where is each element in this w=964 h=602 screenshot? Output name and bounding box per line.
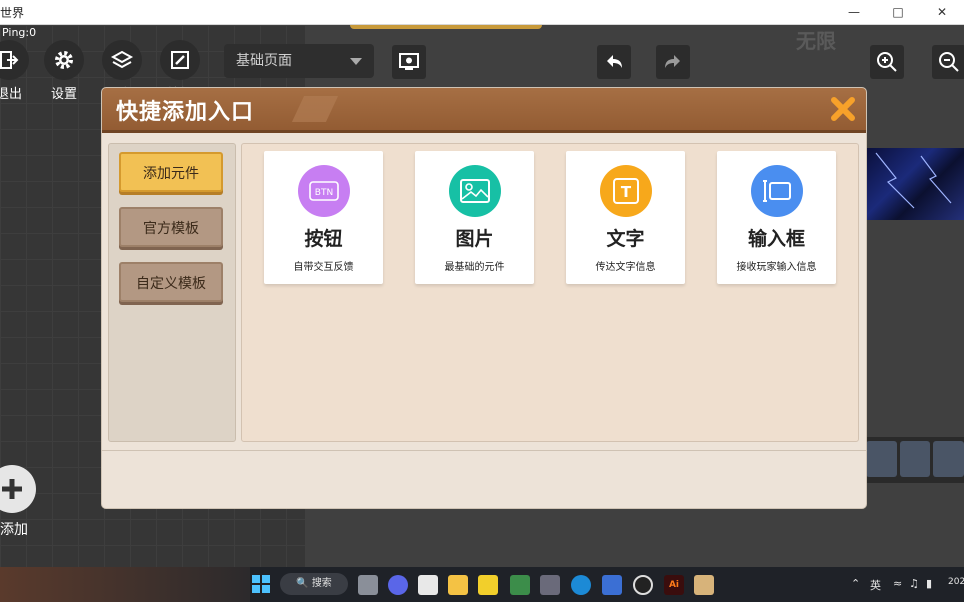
record-icon[interactable] xyxy=(633,575,653,595)
dialog-footer-divider xyxy=(102,450,866,451)
sidebar-item-official-templates[interactable]: 官方模板 xyxy=(119,207,223,247)
text-icon-glyph: T xyxy=(620,183,631,201)
dialog-header: 快捷添加入口 xyxy=(102,88,866,133)
windows-icon xyxy=(252,575,270,593)
clock[interactable]: 202 xyxy=(948,577,964,587)
close-icon xyxy=(831,97,855,121)
category-sidebar: 添加元件 官方模板 自定义模板 xyxy=(108,143,236,442)
component-card-input[interactable]: 输入框 接收玩家输入信息 xyxy=(717,151,836,284)
component-name: 图片 xyxy=(455,228,494,250)
window-titlebar: 世界 — □ ✕ xyxy=(0,0,964,25)
calculator-icon[interactable] xyxy=(602,575,622,595)
thumbnail[interactable] xyxy=(866,441,897,477)
undo-icon xyxy=(607,55,622,68)
dialog-close-button[interactable] xyxy=(826,92,860,126)
window-controls: — □ ✕ xyxy=(832,0,964,24)
close-window-button[interactable]: ✕ xyxy=(920,0,964,24)
zoom-out-button[interactable] xyxy=(932,45,964,79)
app-icon[interactable] xyxy=(510,575,530,595)
chevron-down-icon xyxy=(350,58,362,65)
exit-label: 退出 xyxy=(0,87,22,102)
input-icon xyxy=(750,165,803,217)
battery-icon[interactable]: ▮ xyxy=(926,577,932,590)
edit-icon xyxy=(160,40,200,80)
component-desc: 自带交互反馈 xyxy=(293,262,354,273)
input-language[interactable]: 英 xyxy=(870,577,881,593)
layers-icon xyxy=(102,40,142,80)
taskbar-background xyxy=(0,567,250,602)
start-button[interactable] xyxy=(252,575,272,595)
thumbnail-strip xyxy=(866,437,964,483)
component-desc: 传达文字信息 xyxy=(595,262,656,273)
page-select-value: 基础页面 xyxy=(236,53,292,69)
zoom-in-button[interactable] xyxy=(870,45,904,79)
component-card-button[interactable]: BTN 按钮 自带交互反馈 xyxy=(264,151,383,284)
illustrator-icon[interactable]: Ai xyxy=(664,575,684,595)
ping-indicator: Ping:0 xyxy=(2,26,37,39)
settings-label: 设置 xyxy=(50,87,77,102)
component-desc: 最基础的元件 xyxy=(444,262,505,273)
button-icon: BTN xyxy=(297,165,350,217)
text-icon: T xyxy=(599,165,652,217)
wifi-icon[interactable]: ≈ xyxy=(893,577,902,590)
watermark-text: 无限 xyxy=(796,29,836,53)
chat-icon[interactable] xyxy=(388,575,408,595)
dialog-title: 快捷添加入口 xyxy=(116,100,255,125)
search-label: 搜索 xyxy=(311,578,332,589)
gear-icon xyxy=(44,40,84,80)
image-icon xyxy=(448,165,501,217)
settings-button[interactable]: 设置 xyxy=(43,40,85,102)
edge-icon[interactable] xyxy=(571,575,591,595)
undo-button[interactable] xyxy=(597,45,631,79)
sidebar-item-custom-templates[interactable]: 自定义模板 xyxy=(119,262,223,302)
add-label: 添加 xyxy=(0,522,28,538)
quick-add-dialog: 快捷添加入口 添加元件 官方模板 自定义模板 BTN 按钮 自带交互反馈 图片 … xyxy=(102,88,866,508)
component-card-text[interactable]: T 文字 传达文字信息 xyxy=(566,151,685,284)
sidebar-item-add-component[interactable]: 添加元件 xyxy=(119,152,223,192)
component-name: 按钮 xyxy=(304,228,343,250)
zoom-out-icon xyxy=(939,52,959,72)
task-view-icon[interactable] xyxy=(358,575,378,595)
component-name: 输入框 xyxy=(747,228,805,250)
game-editor-icon[interactable] xyxy=(694,575,714,595)
canvas-image-preview xyxy=(866,148,964,220)
taskbar-search[interactable]: 🔍 搜索 xyxy=(280,573,348,595)
component-desc: 接收玩家输入信息 xyxy=(736,262,817,273)
volume-icon[interactable]: ♫ xyxy=(909,577,919,590)
button-icon-glyph: BTN xyxy=(314,188,332,198)
header-decoration xyxy=(291,96,339,122)
maximize-button[interactable]: □ xyxy=(876,0,920,24)
component-grid: BTN 按钮 自带交互反馈 图片 最基础的元件 T 文字 传达文字信息 输入框 … xyxy=(241,143,859,442)
app-icon[interactable] xyxy=(540,575,560,595)
redo-icon xyxy=(665,55,680,68)
exit-icon xyxy=(0,40,29,80)
component-card-image[interactable]: 图片 最基础的元件 xyxy=(415,151,534,284)
page-select[interactable]: 基础页面 xyxy=(224,44,374,78)
redo-button[interactable] xyxy=(656,45,690,79)
plus-icon xyxy=(2,479,22,499)
store-icon[interactable] xyxy=(418,575,438,595)
component-name: 文字 xyxy=(606,228,645,250)
thumbnail[interactable] xyxy=(899,441,931,477)
minimize-button[interactable]: — xyxy=(832,0,876,24)
taskbar: 🔍 搜索 Ai ⌃ 英 ≈ ♫ ▮ 202 xyxy=(0,567,964,602)
thumbnail[interactable] xyxy=(933,441,964,477)
window-title: 世界 xyxy=(0,6,25,20)
exit-button[interactable]: 退出 xyxy=(0,40,30,102)
preview-icon xyxy=(399,53,419,70)
top-decoration xyxy=(350,25,542,29)
zoom-in-icon xyxy=(877,52,897,72)
tray-chevron-up-icon[interactable]: ⌃ xyxy=(851,577,860,590)
app-icon[interactable] xyxy=(478,575,498,595)
preview-button[interactable] xyxy=(392,45,426,79)
file-explorer-icon[interactable] xyxy=(448,575,468,595)
